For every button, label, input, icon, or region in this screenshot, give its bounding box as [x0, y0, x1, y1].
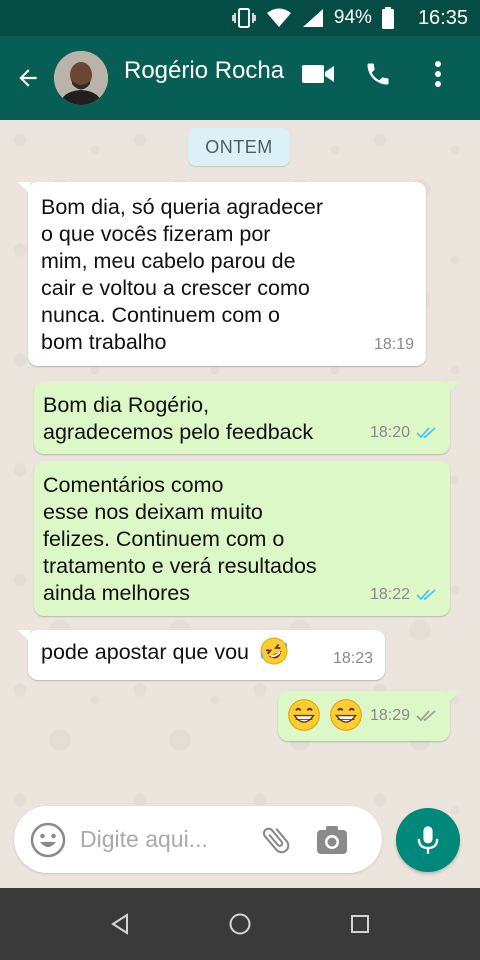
- circle-home-icon: [229, 913, 251, 935]
- date-separator: ONTEM: [188, 128, 290, 166]
- nav-home-button[interactable]: [220, 904, 260, 944]
- read-ticks-icon: [416, 426, 436, 438]
- paperclip-icon: [262, 827, 290, 853]
- nav-recents-button[interactable]: [340, 904, 380, 944]
- read-ticks-icon: [416, 588, 436, 600]
- message-time: 18:22: [369, 586, 410, 603]
- message-time: 18:19: [373, 336, 414, 353]
- message-time: 18:29: [369, 707, 410, 724]
- status-bar: 94% 16:35: [0, 0, 480, 36]
- battery-percent: 94%: [333, 7, 372, 28]
- system-nav-bar: [0, 888, 480, 960]
- video-call-icon: [302, 65, 334, 83]
- phone-icon: [367, 63, 389, 85]
- incoming-message[interactable]: pode apostar que vou 18:23: [18, 630, 385, 680]
- message-composer: [14, 806, 382, 873]
- chat-header: Rogério Rocha: [0, 36, 480, 120]
- incoming-message[interactable]: Bom dia, só queria agradecer o que vocês…: [18, 182, 426, 366]
- attach-button[interactable]: [256, 820, 296, 860]
- camera-button[interactable]: [312, 820, 352, 860]
- voice-call-button[interactable]: [350, 50, 406, 98]
- message-input[interactable]: [80, 826, 250, 853]
- delivered-ticks-icon: [416, 709, 436, 721]
- more-options-button[interactable]: [410, 50, 466, 98]
- microphone-icon: [417, 826, 439, 854]
- contact-name[interactable]: Rogério Rocha: [124, 57, 290, 85]
- wifi-icon: [266, 8, 292, 28]
- emoji-button[interactable]: [28, 820, 68, 860]
- clock: 16:35: [417, 6, 468, 29]
- triangle-back-icon: [111, 913, 128, 935]
- camera-icon: [317, 825, 347, 854]
- grinning-face-emoji-icon: [288, 699, 320, 731]
- battery-icon: [381, 7, 394, 29]
- message-text: pode apostar que vou: [41, 640, 249, 664]
- nav-back-button[interactable]: [100, 904, 140, 944]
- message-text: Bom dia, só queria agradecer o que vocês…: [41, 195, 324, 354]
- more-vert-icon: [435, 61, 441, 87]
- outgoing-message[interactable]: Comentários como esse nos deixam muito f…: [34, 461, 450, 616]
- vibrate-icon: [232, 7, 256, 29]
- smiley-icon: [30, 822, 66, 857]
- signal-icon: [302, 8, 324, 28]
- message-list[interactable]: ONTEM Bom dia, só queria agradecer o que…: [0, 120, 480, 888]
- outgoing-message[interactable]: 18:29: [278, 691, 460, 741]
- back-arrow-icon: [19, 69, 37, 87]
- rolling-laughing-emoji-icon: [260, 637, 288, 665]
- voice-record-button[interactable]: [396, 808, 460, 872]
- outgoing-message[interactable]: Bom dia Rogério, agradecemos pelo feedba…: [34, 381, 460, 454]
- message-time: 18:23: [332, 650, 373, 667]
- video-call-button[interactable]: [290, 50, 346, 98]
- grinning-face-emoji-icon: [330, 699, 362, 731]
- avatar[interactable]: [54, 51, 108, 105]
- message-time: 18:20: [369, 424, 410, 441]
- square-recents-icon: [351, 915, 369, 933]
- back-button[interactable]: [8, 58, 48, 98]
